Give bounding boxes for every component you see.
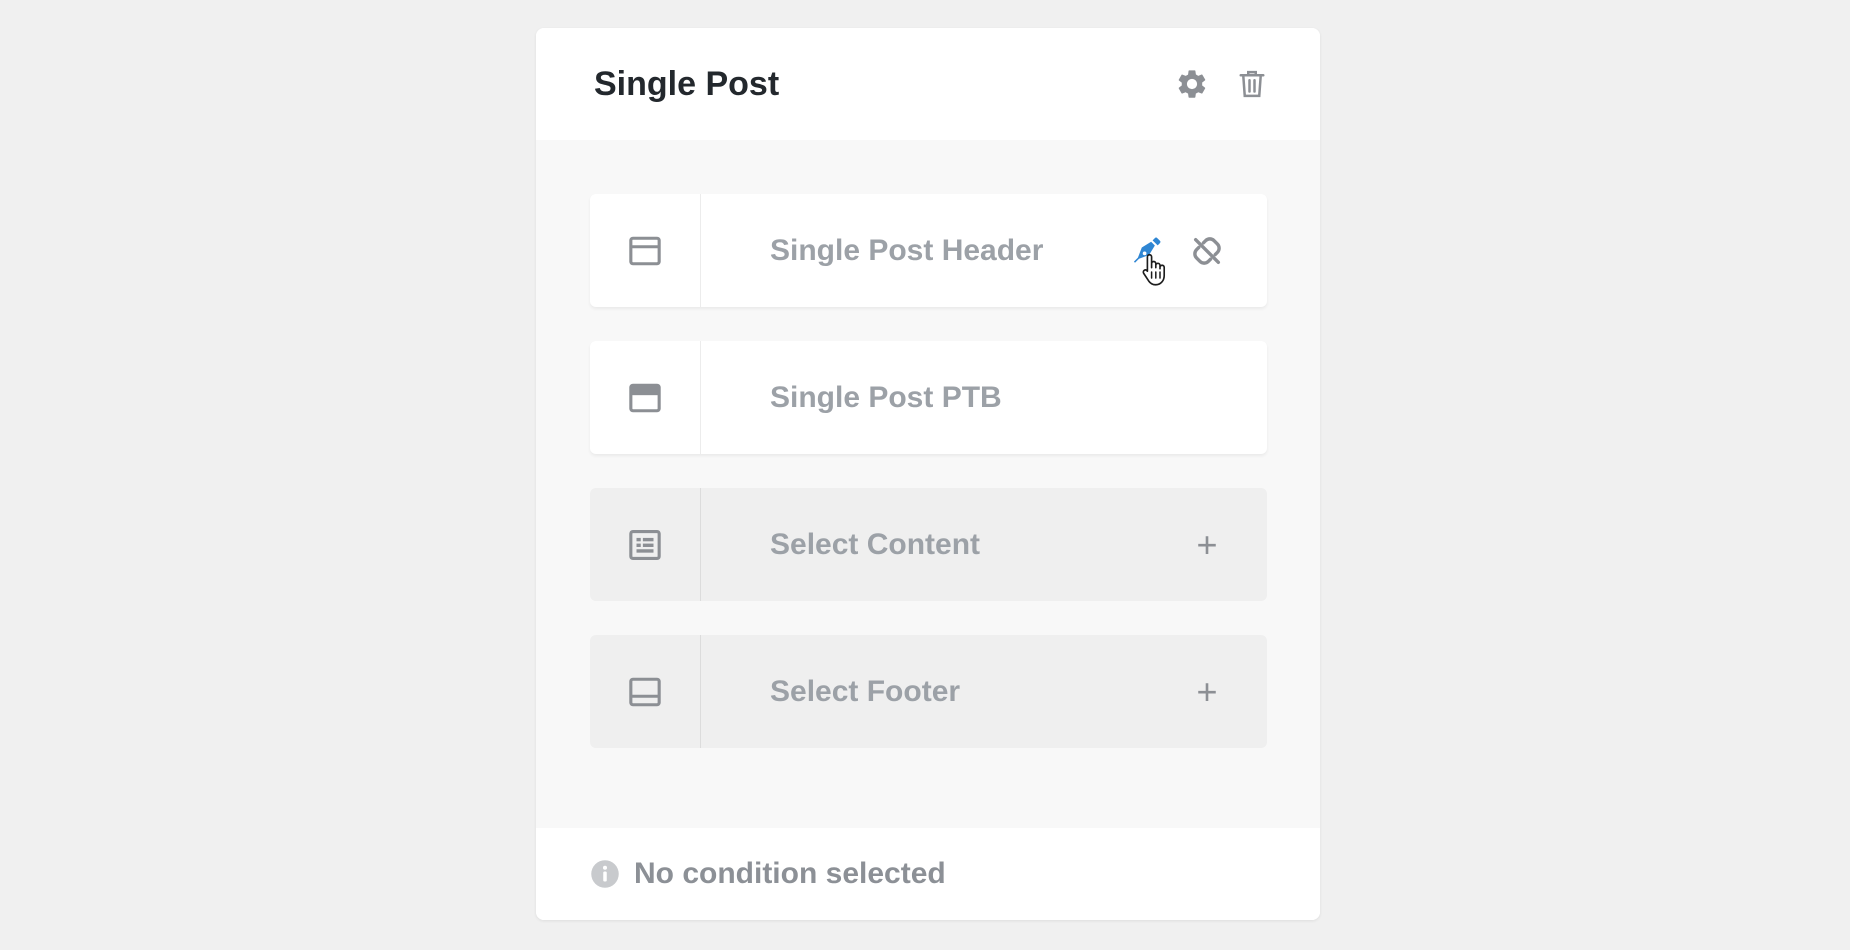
slot-icon-cell [590,635,701,748]
slot-icon-cell [590,488,701,601]
card-title: Single Post [594,64,780,103]
slot-label: Single Post Header [770,233,1044,267]
add-footer-button[interactable]: + [1187,672,1227,712]
add-content-button[interactable]: + [1187,525,1227,565]
slot-icon-cell [590,341,701,454]
edit-button[interactable] [1127,231,1167,286]
slot-main: Single Post PTB [701,341,1267,454]
delete-button[interactable] [1232,64,1272,104]
slot-content[interactable]: Select Content + [590,488,1267,601]
layout-card: Single Post Single Post Header Single Po… [536,28,1320,920]
slot-main: Select Content + [701,488,1267,601]
slot-actions: + [1187,672,1227,712]
settings-button[interactable] [1172,64,1212,104]
slot-label: Select Content [770,527,981,561]
unlink-button[interactable] [1187,231,1227,271]
slot-icon-cell [590,194,701,307]
condition-status-text: No condition selected [634,857,946,890]
footer-layout-icon [629,677,661,706]
slot-label: Single Post PTB [770,380,1002,414]
trash-icon [1239,70,1265,98]
header-actions [1172,64,1272,104]
layout-slots: Single Post Header Single Post PTB Selec… [536,140,1320,828]
slot-main: Select Footer + [701,635,1267,748]
edit-pen-icon [1133,237,1161,263]
slot-actions [1127,231,1227,286]
plus-icon: + [1196,670,1218,712]
card-header: Single Post [536,28,1320,140]
slot-footer[interactable]: Select Footer + [590,635,1267,748]
conditions-footer: No condition selected [536,828,1320,920]
slot-actions: + [1187,525,1227,565]
slot-header[interactable]: Single Post Header [590,194,1267,307]
page-title-bar-icon [629,383,661,412]
info-icon [591,860,619,888]
plus-icon: + [1196,523,1218,565]
slot-page-title-bar[interactable]: Single Post PTB [590,341,1267,454]
slot-main: Single Post Header [701,194,1267,307]
content-layout-icon [629,529,661,560]
gear-icon [1178,70,1206,98]
slot-label: Select Footer [770,674,961,708]
header-layout-icon [629,236,661,265]
unlink-icon [1193,236,1221,265]
